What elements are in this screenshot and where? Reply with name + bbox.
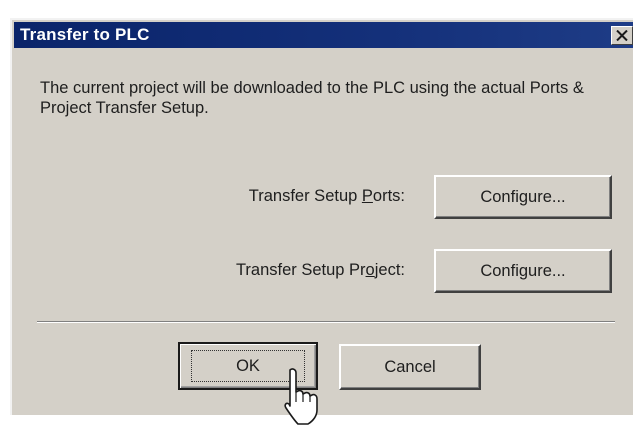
configure-project-label: Configure... [480,261,566,280]
close-icon [616,30,628,41]
title-bar[interactable]: Transfer to PLC [14,22,633,48]
configure-ports-button[interactable]: Configure... [434,175,612,219]
transfer-to-plc-dialog: Transfer to PLC The current project will… [10,18,633,425]
ok-label: OK [236,356,260,375]
configure-ports-label: Configure... [480,187,566,206]
close-button[interactable] [611,26,633,45]
transfer-setup-ports-label: Transfer Setup Ports: [248,187,405,205]
configure-project-button[interactable]: Configure... [434,249,612,293]
dialog-message: The current project will be downloaded t… [40,79,584,117]
dialog-title: Transfer to PLC [20,25,150,44]
separator [37,321,615,323]
cancel-label: Cancel [384,357,436,376]
cancel-button[interactable]: Cancel [339,344,481,390]
transfer-setup-project-label: Transfer Setup Project: [235,261,405,279]
hand-pointer-cursor-icon [284,368,318,425]
